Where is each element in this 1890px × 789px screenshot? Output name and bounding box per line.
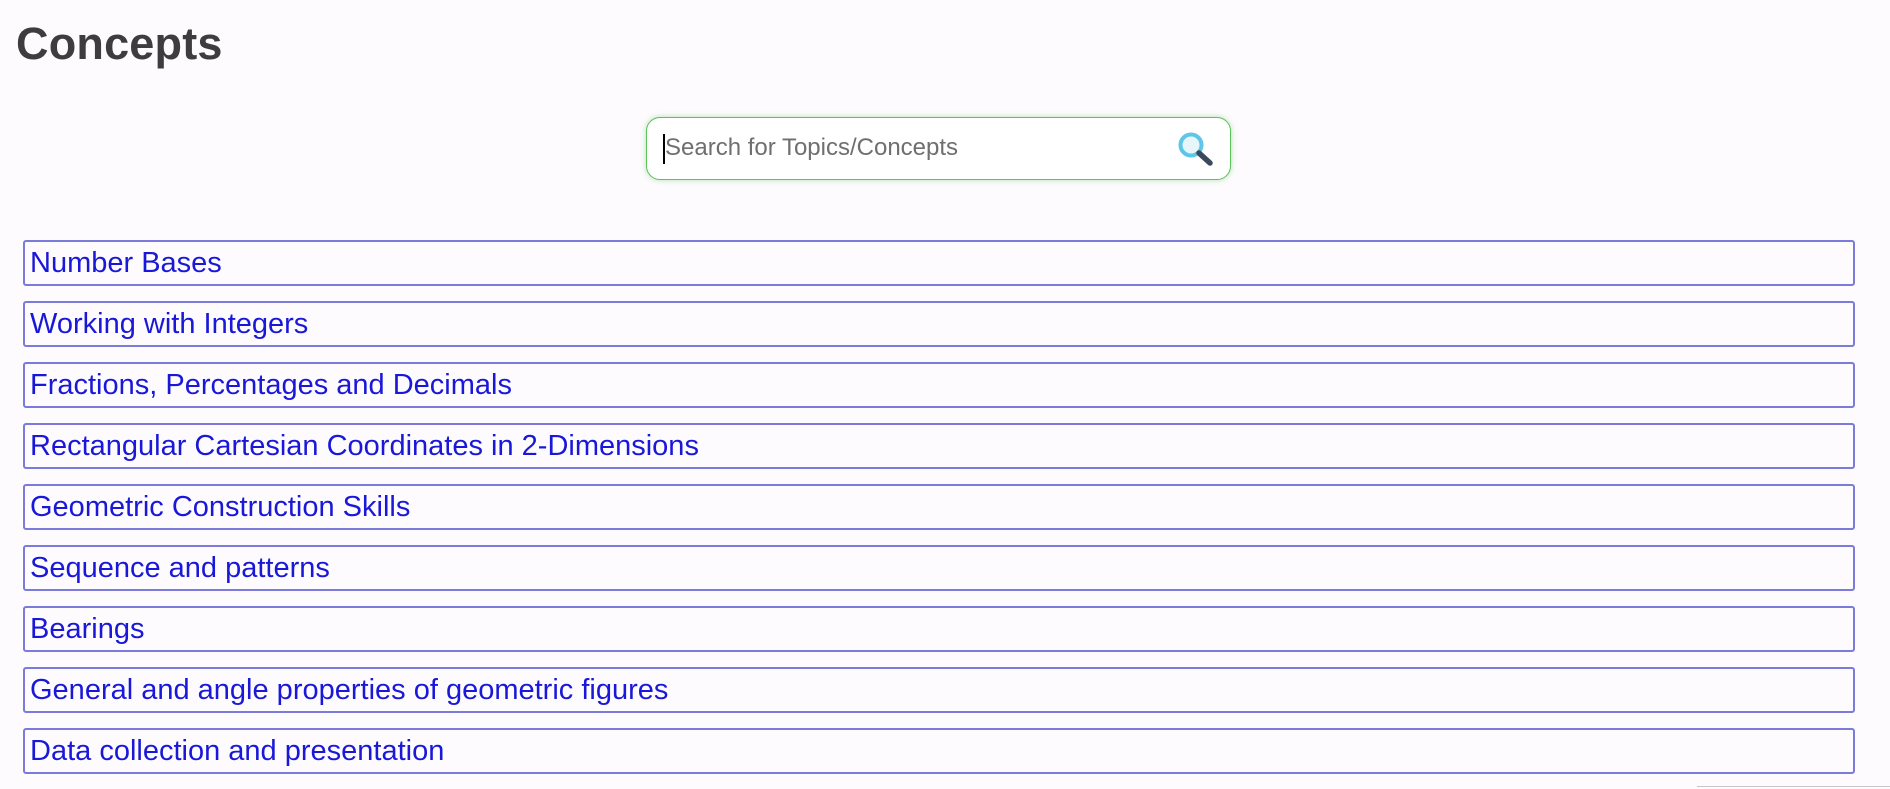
concept-label[interactable]: Geometric Construction Skills — [30, 491, 410, 524]
concept-label[interactable]: Fractions, Percentages and Decimals — [30, 369, 512, 402]
search-box — [646, 117, 1231, 180]
concept-item-geometric-figures[interactable]: General and angle properties of geometri… — [23, 667, 1855, 713]
concept-label[interactable]: Data collection and presentation — [30, 735, 444, 768]
concept-item-geometric-construction-skills[interactable]: Geometric Construction Skills — [23, 484, 1855, 530]
concept-item-rectangular-cartesian-coordinates[interactable]: Rectangular Cartesian Coordinates in 2-D… — [23, 423, 1855, 469]
concept-item-working-with-integers[interactable]: Working with Integers — [23, 301, 1855, 347]
page-title: Concepts — [16, 18, 223, 69]
search-input[interactable] — [663, 118, 1153, 178]
concept-list: Number Bases Working with Integers Fract… — [23, 240, 1855, 789]
concept-item-bearings[interactable]: Bearings — [23, 606, 1855, 652]
concept-label[interactable]: Bearings — [30, 613, 144, 646]
text-cursor — [663, 134, 665, 164]
concepts-page: Concepts Number Bases Working with Integ… — [0, 0, 1890, 789]
divider — [1697, 786, 1890, 787]
concept-item-data-collection[interactable]: Data collection and presentation — [23, 728, 1855, 774]
concept-label[interactable]: Working with Integers — [30, 308, 308, 341]
concept-item-number-bases[interactable]: Number Bases — [23, 240, 1855, 286]
concept-label[interactable]: Number Bases — [30, 247, 222, 280]
search-button[interactable] — [1176, 130, 1216, 168]
concept-label[interactable]: General and angle properties of geometri… — [30, 674, 668, 707]
search-icon — [1178, 132, 1213, 166]
concept-item-sequence-and-patterns[interactable]: Sequence and patterns — [23, 545, 1855, 591]
concept-item-fractions-percentages-decimals[interactable]: Fractions, Percentages and Decimals — [23, 362, 1855, 408]
concept-label[interactable]: Sequence and patterns — [30, 552, 330, 585]
concept-label[interactable]: Rectangular Cartesian Coordinates in 2-D… — [30, 430, 699, 463]
